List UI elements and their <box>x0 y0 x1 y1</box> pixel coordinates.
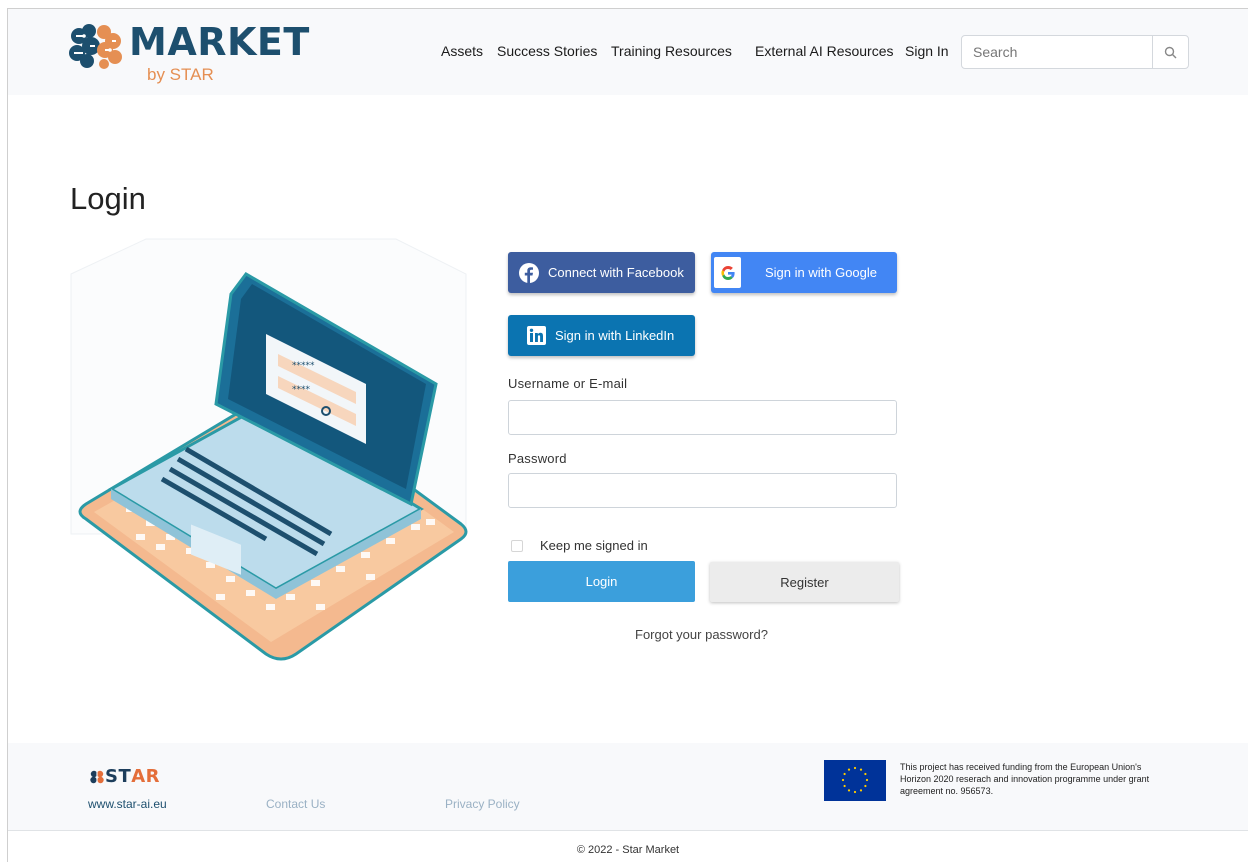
funding-notice: This project has received funding from t… <box>900 762 1150 796</box>
copyright-text: © 2022 - Star Market <box>576 844 680 856</box>
site-logo[interactable]: MARKET by STAR <box>68 20 310 91</box>
password-label: Password <box>508 451 567 466</box>
nav-sign-in[interactable]: Sign In <box>905 43 949 59</box>
search-button[interactable] <box>1152 36 1188 68</box>
nav-assets[interactable]: Assets <box>441 43 483 59</box>
svg-text:*****: ***** <box>292 361 315 371</box>
site-header: MARKET by STAR Assets Success Stories Tr… <box>8 9 1248 95</box>
contact-us-link[interactable]: Contact Us <box>266 797 325 811</box>
linkedin-button-label: Sign in with LinkedIn <box>555 328 675 343</box>
username-label: Username or E-mail <box>508 376 628 391</box>
logo-subtitle: by STAR <box>147 65 214 84</box>
search-input[interactable] <box>962 36 1152 68</box>
laptop-login-illustration: ***** **** <box>70 238 468 661</box>
star-website-link[interactable]: www.star-ai.eu <box>88 797 167 811</box>
register-button[interactable]: Register <box>710 562 899 602</box>
nav-training-resources[interactable]: Training Resources <box>611 43 732 59</box>
forgot-password-link[interactable]: Forgot your password? <box>635 627 768 642</box>
google-icon <box>714 257 741 288</box>
sign-in-google-button[interactable]: Sign in with Google <box>711 252 897 293</box>
star-logo-left: ST <box>105 766 132 787</box>
search-icon <box>1164 46 1177 58</box>
login-button[interactable]: Login <box>508 561 695 602</box>
keep-signed-in-label: Keep me signed in <box>540 538 648 553</box>
connect-facebook-button[interactable]: Connect with Facebook <box>508 252 695 293</box>
page-title: Login <box>70 181 146 216</box>
keep-signed-in[interactable]: Keep me signed in <box>511 538 648 553</box>
nav-external-ai-resources[interactable]: External AI Resources <box>755 43 894 59</box>
eu-flag-icon <box>824 760 886 801</box>
page-frame: MARKET by STAR Assets Success Stories Tr… <box>7 8 1248 862</box>
brain-logo-icon <box>69 24 122 69</box>
star-logo: ST AR <box>89 766 160 787</box>
star-brain-icon <box>90 769 104 784</box>
search-box <box>961 35 1189 69</box>
google-button-label: Sign in with Google <box>765 265 878 280</box>
star-logo-right: AR <box>131 766 161 787</box>
password-field[interactable] <box>508 473 897 508</box>
svg-text:****: **** <box>292 385 311 395</box>
facebook-button-label: Connect with Facebook <box>548 265 684 280</box>
username-field[interactable] <box>508 400 897 435</box>
site-footer: ST AR www.star-ai.eu Contact Us Privacy P… <box>8 743 1248 831</box>
facebook-icon <box>519 262 539 283</box>
sign-in-linkedin-button[interactable]: Sign in with LinkedIn <box>508 315 695 356</box>
logo-title: MARKET <box>129 20 310 64</box>
linkedin-icon <box>527 326 546 345</box>
copyright-bar: © 2022 - Star Market <box>8 830 1248 862</box>
privacy-policy-link[interactable]: Privacy Policy <box>445 797 520 811</box>
keep-signed-in-checkbox[interactable] <box>511 539 523 552</box>
nav-success-stories[interactable]: Success Stories <box>497 43 597 59</box>
